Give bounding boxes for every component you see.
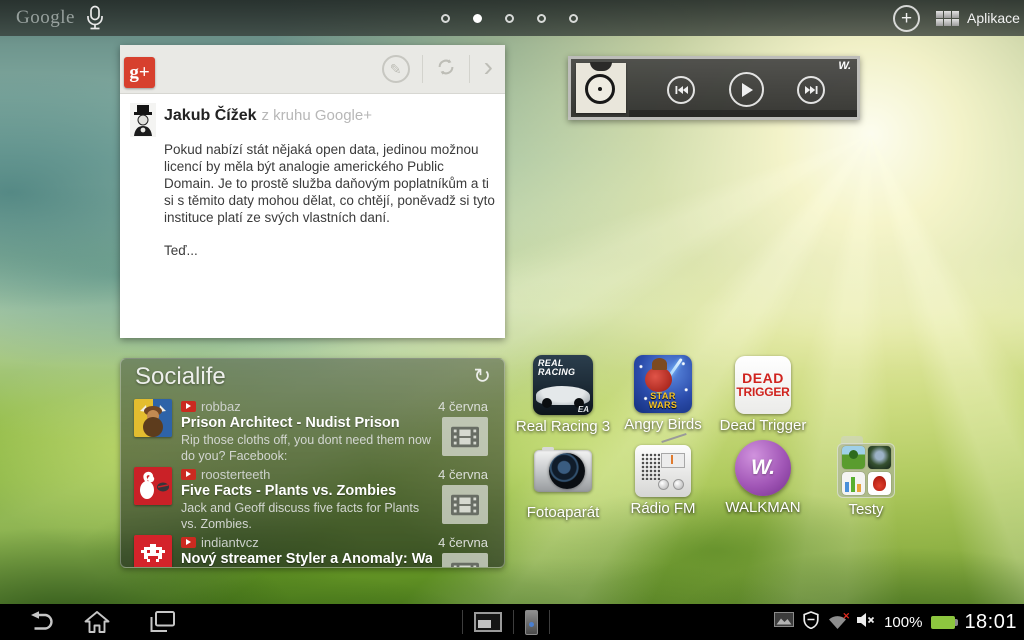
youtube-icon: [181, 536, 196, 548]
album-art[interactable]: [576, 62, 626, 113]
apps-grid-icon: [936, 10, 959, 26]
app-real-racing-3[interactable]: REAL RACING EA Real Racing 3: [513, 355, 613, 435]
app-folder-testy[interactable]: Testy: [816, 436, 916, 518]
feed-item-robbaz[interactable]: robbaz Prison Architect - Nudist Prison …: [121, 393, 504, 463]
previous-track-button[interactable]: [667, 76, 695, 104]
mini-app-icon: [867, 472, 891, 495]
video-thumbnail-icon[interactable]: [442, 485, 488, 524]
page-indicator: [441, 0, 578, 36]
app-label: Real Racing 3: [515, 418, 611, 435]
refresh-icon[interactable]: [435, 56, 457, 83]
battery-icon: [931, 615, 959, 629]
folder-icon: [837, 436, 895, 498]
screenshot-notification-icon[interactable]: [774, 612, 795, 632]
small-apps-tray: [462, 609, 550, 635]
feed-date: 4 června: [438, 535, 488, 550]
real-racing-3-icon: REAL RACING EA: [533, 355, 593, 415]
feed-description: Rip those cloths off, you dont need them…: [181, 433, 431, 463]
feed-title: Five Facts - Plants vs. Zombies: [181, 483, 397, 499]
dead-trigger-icon: DEAD TRIGGER: [735, 356, 791, 414]
tablet-home-screen: Google + Aplikace g+ ✎ › Jakub Čížek z k…: [0, 0, 1024, 640]
post-source: z kruhu Google+: [261, 107, 372, 124]
feed-date: 4 června: [438, 467, 488, 482]
feed-description: Jack and Geoff discuss five facts for Pl…: [181, 501, 420, 531]
app-walkman[interactable]: W. WALKMAN: [713, 440, 813, 516]
google-plus-logo-icon[interactable]: g+: [124, 57, 155, 88]
battery-percentage: 100%: [884, 613, 923, 631]
app-label: Dead Trigger: [719, 417, 807, 434]
chevron-right-icon[interactable]: ›: [484, 53, 493, 81]
clock[interactable]: 18:01: [964, 611, 1017, 634]
app-label: Fotoaparát: [526, 504, 600, 521]
google-plus-widget-header: g+ ✎ ›: [120, 45, 505, 94]
feed-item-roosterteeth[interactable]: roosterteeth Five Facts - Plants vs. Zom…: [121, 461, 504, 531]
app-angry-birds[interactable]: STAR WARS Angry Birds: [613, 355, 713, 433]
walkman-logo-icon: W.: [838, 60, 851, 72]
compose-post-icon[interactable]: ✎: [381, 55, 410, 83]
google-plus-widget[interactable]: g+ ✎ › Jakub Čížek z kruhu Google+ Pokud…: [120, 45, 505, 338]
mini-app-icon: [867, 446, 891, 469]
app-label: Angry Birds: [624, 416, 702, 433]
app-fm-radio[interactable]: Rádio FM: [613, 433, 713, 517]
socialife-title: Socialife: [135, 362, 226, 390]
avatar-indiantvcz: [134, 535, 172, 567]
mini-app-icon: [841, 446, 865, 469]
youtube-icon: [181, 400, 196, 412]
feed-item-indiantvcz[interactable]: indiantvcz Nový streamer Styler a Anomal…: [121, 529, 504, 567]
socialife-widget[interactable]: Socialife ↻ robbaz Prison Architect - Nu…: [120, 358, 505, 568]
system-bar: ✕ 100% 18:01: [0, 604, 1024, 640]
app-label: WALKMAN: [725, 499, 801, 516]
mute-icon: [856, 612, 875, 633]
status-tray[interactable]: ✕ 100% 18:01: [774, 604, 1017, 640]
back-button[interactable]: [28, 610, 56, 639]
app-camera[interactable]: Fotoaparát: [513, 441, 613, 521]
remote-control-small-app-icon[interactable]: [525, 609, 538, 635]
mini-app-icon: [841, 472, 865, 495]
home-button[interactable]: [84, 610, 110, 639]
top-bar: Google + Aplikace: [0, 0, 1024, 36]
recent-apps-button[interactable]: [148, 610, 176, 639]
youtube-icon: [181, 468, 196, 480]
feed-username: robbaz: [201, 398, 241, 414]
walkman-app-icon: W.: [735, 440, 791, 496]
apps-drawer-button[interactable]: Aplikace: [936, 0, 1020, 36]
feed-title: Nový streamer Styler a Anomaly: Warzone …: [181, 551, 432, 567]
feed-username: indiantvcz: [201, 534, 259, 550]
page-dot-3[interactable]: [505, 13, 514, 23]
avatar-robbaz: [134, 399, 172, 437]
play-button[interactable]: [729, 72, 764, 107]
fm-radio-icon: [635, 433, 691, 497]
page-dot-5[interactable]: [569, 13, 578, 23]
angry-birds-icon: STAR WARS: [634, 355, 692, 413]
apps-drawer-label: Aplikace: [967, 10, 1020, 26]
google-plus-post[interactable]: Jakub Čížek z kruhu Google+ Pokud nabízí …: [130, 103, 495, 258]
avatar: [130, 103, 156, 137]
post-author-name[interactable]: Jakub Čížek: [164, 107, 256, 124]
avatar-roosterteeth: [134, 467, 172, 505]
page-dot-2-active[interactable]: [473, 13, 482, 23]
socialife-refresh-icon[interactable]: ↻: [473, 366, 491, 387]
app-label: Rádio FM: [630, 500, 696, 517]
post-more-text: Teď...: [164, 243, 198, 258]
video-thumbnail-icon[interactable]: [442, 553, 488, 567]
page-dot-4[interactable]: [537, 13, 546, 23]
next-track-button[interactable]: [797, 76, 825, 104]
camera-icon: [533, 441, 593, 501]
feed-title: Prison Architect - Nudist Prison: [181, 415, 400, 431]
video-thumbnail-icon[interactable]: [442, 417, 488, 456]
app-dead-trigger[interactable]: DEAD TRIGGER Dead Trigger: [713, 356, 813, 434]
add-widget-button[interactable]: +: [893, 5, 920, 32]
guard-shield-icon: [803, 610, 819, 634]
screenshot-small-app-icon[interactable]: [474, 612, 502, 632]
google-search-button[interactable]: Google: [16, 7, 75, 29]
feed-date: 4 června: [438, 399, 488, 414]
page-dot-1[interactable]: [441, 13, 450, 23]
feed-username: roosterteeth: [201, 466, 271, 482]
app-label: Testy: [848, 501, 884, 518]
walkman-music-widget[interactable]: W.: [568, 56, 860, 120]
post-body-text: Pokud nabízí stát nějaká open data, jedi…: [164, 142, 495, 225]
wifi-off-icon: ✕: [828, 611, 850, 630]
voice-search-icon[interactable]: [86, 5, 104, 37]
